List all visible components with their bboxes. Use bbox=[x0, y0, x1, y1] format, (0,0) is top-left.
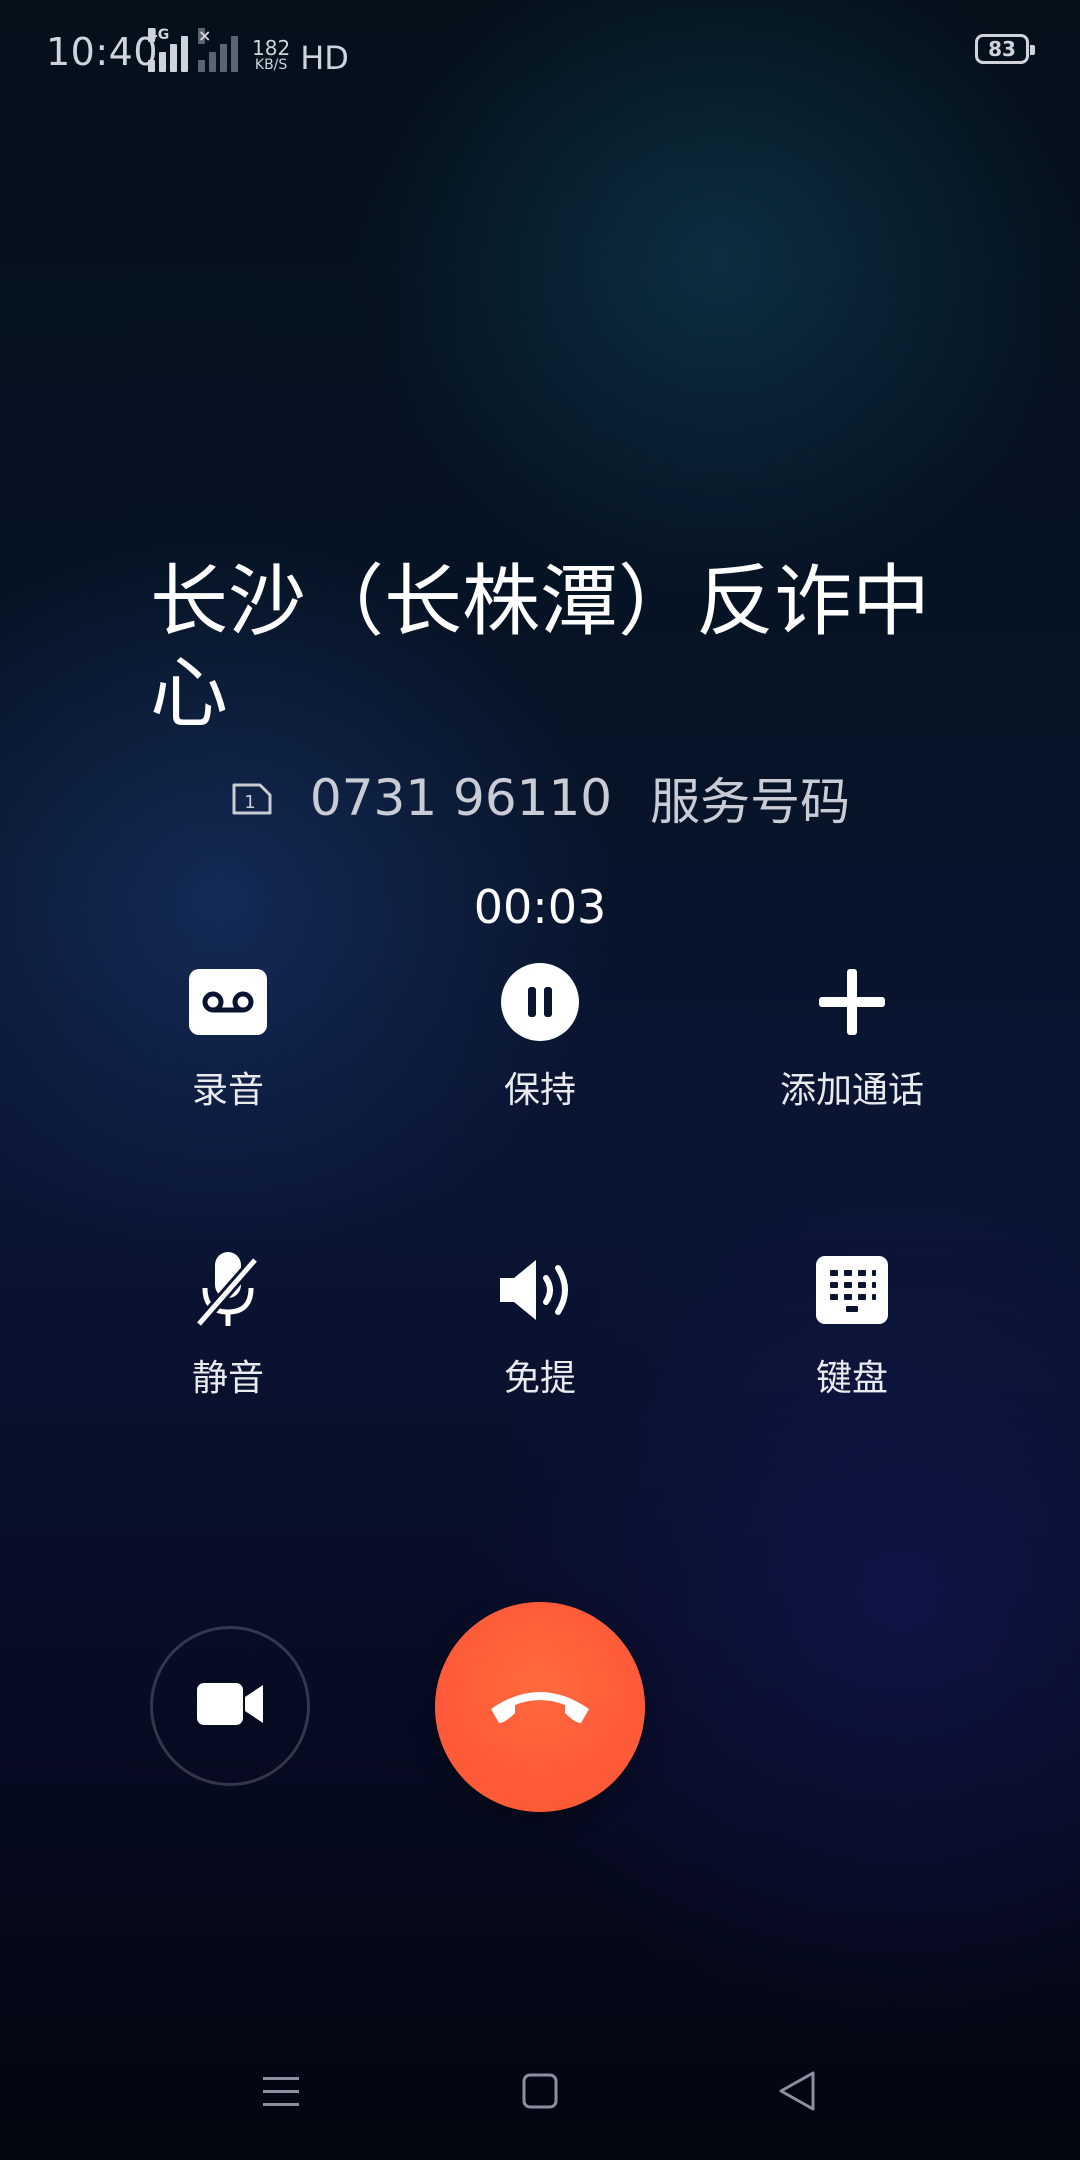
mute-button[interactable]: 静音 bbox=[98, 1245, 358, 1401]
video-call-button[interactable] bbox=[150, 1626, 310, 1786]
speaker-label: 免提 bbox=[503, 1358, 576, 1399]
sim-card-icon: 1 bbox=[230, 783, 272, 815]
caller-name: 长沙（长株潭）反诈中心 bbox=[150, 557, 931, 739]
add-call-label: 添加通话 bbox=[779, 1070, 924, 1111]
menu-button[interactable] bbox=[256, 2068, 306, 2118]
home-square-icon bbox=[521, 2072, 559, 2114]
signal-sim1-icon: 4G bbox=[148, 28, 188, 72]
status-bar: 10:40 4G × 182 KB/S HD 83 bbox=[0, 0, 1080, 104]
hold-button[interactable]: 保持 bbox=[410, 957, 670, 1113]
signal-sim2-icon: × bbox=[198, 28, 238, 72]
status-icons: 4G × 182 KB/S HD bbox=[148, 28, 349, 77]
hd-voice-icon: HD bbox=[300, 39, 349, 77]
status-time: 10:40 bbox=[46, 30, 159, 74]
mic-off-icon bbox=[98, 1245, 358, 1335]
back-button[interactable] bbox=[772, 2068, 822, 2118]
dialpad-icon bbox=[722, 1245, 982, 1335]
network-speed-unit: KB/S bbox=[254, 57, 288, 73]
keypad-button[interactable]: 键盘 bbox=[722, 1245, 982, 1401]
pause-icon bbox=[410, 957, 670, 1047]
network-type-label: 4G bbox=[148, 27, 170, 43]
phone-hangup-icon bbox=[485, 1683, 595, 1731]
no-signal-mark-icon: × bbox=[198, 26, 212, 45]
caller-number-row: 1 0731 96110 服务号码 bbox=[0, 762, 1080, 834]
navigation-bar bbox=[0, 2060, 1080, 2130]
plus-icon bbox=[722, 957, 982, 1047]
call-duration: 00:03 bbox=[473, 880, 607, 934]
video-camera-icon bbox=[195, 1679, 265, 1733]
menu-icon bbox=[261, 2073, 301, 2113]
record-button[interactable]: 录音 bbox=[98, 957, 358, 1113]
network-speed: 182 KB/S bbox=[252, 38, 290, 72]
caller-number: 0731 96110 bbox=[309, 769, 613, 827]
voicemail-icon bbox=[98, 957, 358, 1047]
mute-label: 静音 bbox=[191, 1358, 264, 1399]
speaker-button[interactable]: 免提 bbox=[410, 1245, 670, 1401]
add-call-button[interactable]: 添加通话 bbox=[722, 957, 982, 1113]
back-triangle-icon bbox=[777, 2070, 817, 2116]
speaker-icon bbox=[410, 1245, 670, 1335]
battery-level: 83 bbox=[988, 37, 1016, 61]
caller-number-label: 服务号码 bbox=[650, 773, 851, 831]
end-call-button[interactable] bbox=[435, 1602, 645, 1812]
network-speed-value: 182 bbox=[252, 36, 291, 60]
hold-label: 保持 bbox=[503, 1070, 576, 1111]
home-button[interactable] bbox=[515, 2068, 565, 2118]
keypad-label: 键盘 bbox=[815, 1358, 888, 1399]
record-label: 录音 bbox=[191, 1070, 264, 1111]
battery-icon: 83 bbox=[975, 34, 1035, 64]
sim-slot-number: 1 bbox=[244, 792, 255, 813]
